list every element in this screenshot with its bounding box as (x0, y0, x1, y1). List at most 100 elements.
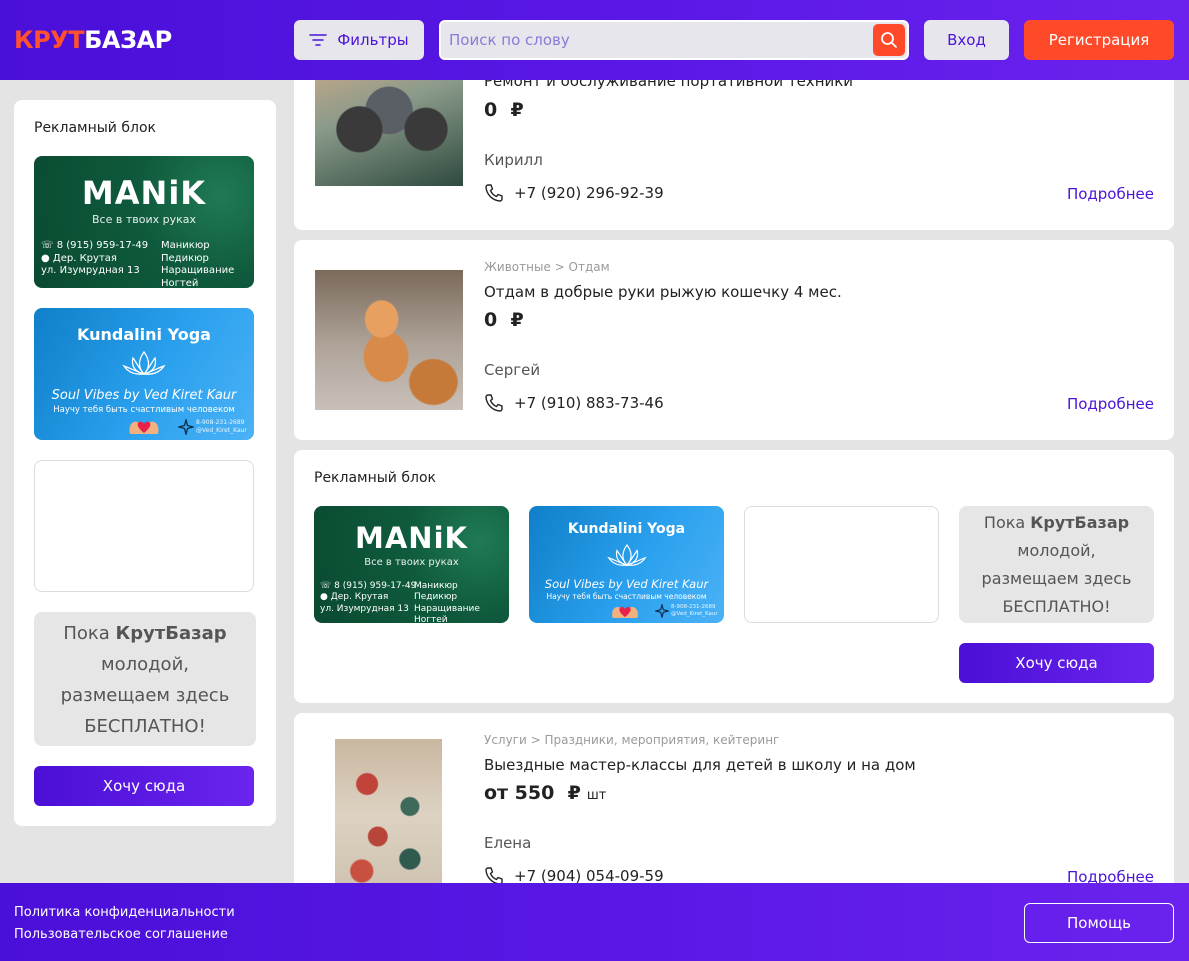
manik-tagline: Все в твоих руках (91, 213, 196, 226)
yoga-subtitle: Soul Vibes by Ved Kiret Kaur (544, 577, 709, 591)
login-button[interactable]: Вход (924, 20, 1009, 60)
ad-banner-yoga[interactable]: Kundalini Yoga Soul Vibes by Ved Kiret K… (34, 308, 254, 440)
lotus-icon (122, 350, 166, 376)
ad-banner-free[interactable]: Пока КрутБазар молодой, размещаем здесь … (34, 612, 256, 746)
logo[interactable]: КРУТБАЗАР (14, 26, 172, 54)
sidebar-ad-block: Рекламный блок MANiK Все в твоих руках ☏… (14, 100, 276, 826)
listing-title[interactable]: Выездные мастер-классы для детей в школу… (484, 756, 916, 774)
price-value: 0 (484, 309, 498, 331)
manik-services: Маникюр Педикюр Наращивание Ногтей (161, 240, 254, 288)
yoga-title: Kundalini Yoga (567, 521, 686, 537)
manik-service-2: Педикюр (161, 252, 209, 264)
listing-author: Кирилл (484, 151, 543, 169)
register-button[interactable]: Регистрация (1024, 20, 1174, 60)
free-line-2: молодой, (1017, 541, 1096, 560)
privacy-policy-link[interactable]: Политика конфиденциальности (14, 905, 235, 920)
ad-block-title: Рекламный блок (34, 120, 156, 136)
price-currency: ₽ (510, 99, 524, 121)
manik-street: ул. Изумрудная 13 (320, 603, 409, 614)
ad-banner-manik[interactable]: MANiK Все в твоих руках ☏ 8 (915) 959-17… (34, 156, 254, 288)
free-brand: КрутБазар (115, 623, 227, 644)
yoga-subtitle: Soul Vibes by Ved Kiret Kaur (51, 388, 237, 403)
manik-service-2: Педикюр (414, 592, 458, 603)
listing-price: 0 ₽ (484, 99, 524, 121)
ad-banner-free[interactable]: Пока КрутБазар молодой, размещаем здесь … (959, 506, 1154, 623)
manik-service-1: Маникюр (414, 581, 458, 591)
location-pin-icon: ● (320, 592, 331, 603)
yoga-contact-handle: @Ved_Kiret_Kaur (671, 611, 718, 618)
details-link[interactable]: Подробнее (1067, 395, 1154, 413)
inline-ad-block: Рекламный блок MANiK Все в твоих руках ☏… (294, 450, 1174, 703)
phone-small-icon: ☏ (41, 240, 57, 251)
heart-hands-icon (129, 421, 159, 434)
yoga-contact-handle: @Ved_Kiret_Kaur (196, 426, 247, 434)
listing-category[interactable]: Животные > Отдам (484, 260, 610, 274)
manik-logo: MANiK (81, 174, 207, 212)
user-agreement-link[interactable]: Пользовательское соглашение (14, 927, 228, 942)
free-line-2: молодой, (101, 654, 189, 675)
listing-card[interactable]: Животные > Отдам Отдам в добрые руки рыж… (294, 240, 1174, 440)
manik-phone: 8 (915) 959-17-49 (56, 240, 149, 251)
listing-price: от 550 ₽ шт (484, 782, 606, 804)
search-icon (881, 32, 897, 48)
filters-button[interactable]: Фильтры (294, 20, 424, 60)
listing-phone[interactable]: +7 (920) 296-92-39 (484, 183, 664, 203)
manik-tagline: Все в твоих руках (364, 557, 459, 568)
manik-logo: MANiK (355, 521, 468, 555)
ad-banner-empty[interactable] (744, 506, 939, 623)
phone-icon (485, 394, 503, 412)
manik-service-3: Наращивание Ногтей (414, 603, 480, 624)
yoga-contacts: 8-908-231-2689 @Ved_Kiret_Kaur (671, 604, 718, 618)
listing-author: Елена (484, 834, 532, 852)
listing-photo[interactable] (335, 739, 442, 889)
search-button[interactable] (873, 24, 905, 56)
filters-label: Фильтры (337, 31, 409, 49)
manik-phone: 8 (915) 959-17-49 (334, 581, 417, 591)
free-line-3: размещаем здесь (981, 569, 1132, 588)
manik-service-3: Наращивание Ногтей (161, 265, 235, 288)
footer: Политика конфиденциальности Пользователь… (0, 883, 1189, 961)
sparkle-icon (655, 604, 669, 618)
free-line-4: БЕСПЛАТНО! (1002, 597, 1111, 616)
price-currency: ₽ (567, 782, 581, 804)
sparkle-icon (178, 419, 194, 435)
want-here-button[interactable]: Хочу сюда (34, 766, 254, 806)
manik-village: Дер. Крутая (52, 252, 117, 264)
price-unit: шт (586, 788, 607, 803)
search-box (439, 20, 909, 60)
yoga-contact-phone: 8-908-231-2689 (196, 419, 245, 426)
price-value: от 550 (484, 782, 555, 804)
free-line-1: Пока (983, 513, 1026, 532)
yoga-contacts: 8-908-231-2689 @Ved_Kiret_Kaur (196, 419, 247, 435)
ad-banner-manik[interactable]: MANiK Все в твоих руках ☏ 8 (915) 959-17… (314, 506, 509, 623)
free-line-3: размещаем здесь (60, 685, 230, 706)
phone-small-icon: ☏ (320, 581, 335, 591)
want-here-button[interactable]: Хочу сюда (959, 643, 1154, 683)
phone-icon (485, 184, 503, 202)
listing-title[interactable]: Отдам в добрые руки рыжую кошечку 4 мес. (484, 283, 842, 301)
help-button[interactable]: Помощь (1024, 903, 1174, 943)
header: КРУТБАЗАР Фильтры Вход Регистрация (0, 0, 1189, 80)
listing-photo[interactable] (315, 270, 463, 410)
listing-category[interactable]: Услуги > Праздники, мероприятия, кейтери… (484, 733, 779, 747)
lotus-icon (607, 544, 647, 567)
heart-hands-icon (612, 606, 638, 618)
location-pin-icon: ● (41, 252, 53, 264)
ad-banner-yoga[interactable]: Kundalini Yoga Soul Vibes by Ved Kiret K… (529, 506, 724, 623)
listing-author: Сергей (484, 361, 541, 379)
listing-phone[interactable]: +7 (910) 883-73-46 (484, 393, 664, 413)
manik-contacts: ☏ 8 (915) 959-17-49 ● Дер. Крутая ул. Из… (320, 581, 416, 615)
listing-card[interactable]: Ремонт и обслуживание портативной техник… (294, 60, 1174, 230)
phone-number: +7 (920) 296-92-39 (514, 184, 664, 202)
yoga-contact-phone: 8-908-231-2689 (671, 604, 716, 610)
manik-services: Маникюр Педикюр Наращивание Ногтей (414, 581, 509, 623)
details-link[interactable]: Подробнее (1067, 185, 1154, 203)
yoga-title: Kundalini Yoga (77, 325, 211, 344)
manik-village: Дер. Крутая (330, 592, 389, 603)
listing-price: 0 ₽ (484, 309, 524, 331)
ad-banner-empty[interactable] (34, 460, 254, 592)
manik-contacts: ☏ 8 (915) 959-17-49 ● Дер. Крутая ул. Из… (41, 240, 148, 278)
logo-part-1: КРУТ (14, 26, 85, 54)
search-input[interactable] (449, 30, 869, 50)
filter-icon (309, 34, 328, 46)
